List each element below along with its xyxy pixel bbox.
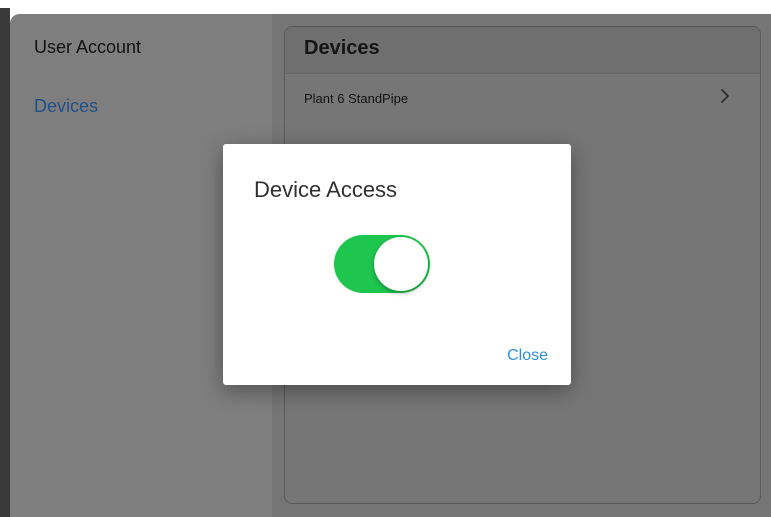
panel-header: Devices <box>285 27 760 74</box>
sidebar-item-devices[interactable]: Devices <box>34 95 98 117</box>
device-name: Plant 6 StandPipe <box>304 91 409 106</box>
chevron-right-icon <box>721 89 729 103</box>
device-access-toggle[interactable] <box>334 235 430 293</box>
sidebar-item-user-account[interactable]: User Account <box>34 36 141 58</box>
device-list-item[interactable]: Plant 6 StandPipe <box>285 75 760 121</box>
device-access-dialog: Device Access Close <box>223 144 571 385</box>
app-frame: User Account Devices Devices Plant 6 Sta… <box>0 0 771 517</box>
dialog-title: Device Access <box>254 177 398 202</box>
toggle-knob <box>374 237 428 291</box>
close-button[interactable]: Close <box>507 347 548 365</box>
window-edge <box>0 8 10 517</box>
panel-title: Devices <box>304 37 380 59</box>
